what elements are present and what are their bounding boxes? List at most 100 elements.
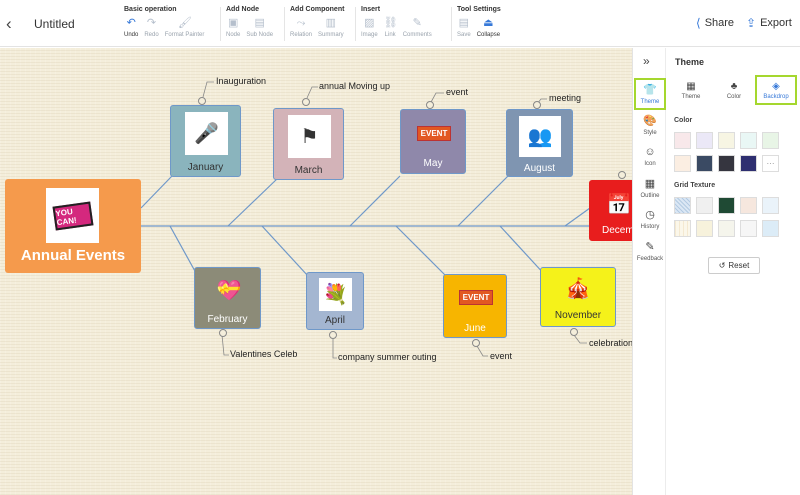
note-august[interactable]: meeting xyxy=(549,93,581,103)
node-march[interactable]: ⚑ March xyxy=(273,108,344,180)
node-label: March xyxy=(294,165,323,176)
undo-label: Undo xyxy=(124,32,139,38)
node-may[interactable]: EVENT May xyxy=(400,109,466,174)
color-swatch[interactable] xyxy=(740,132,757,149)
sidebar-item-icon[interactable]: ☺ Icon xyxy=(634,146,666,167)
collapse-knob[interactable] xyxy=(426,101,434,109)
note-march[interactable]: annual Moving up xyxy=(319,81,390,91)
color-swatch[interactable] xyxy=(740,155,757,172)
texture-swatch[interactable] xyxy=(740,197,757,214)
color-swatch[interactable] xyxy=(696,155,713,172)
event-banner-icon: EVENT xyxy=(456,280,496,314)
node-label: Node xyxy=(226,32,241,38)
branch-line xyxy=(457,175,509,227)
link-button[interactable]: ⛓ Link xyxy=(384,17,398,38)
note-january[interactable]: Inauguration xyxy=(216,76,266,86)
note-may[interactable]: event xyxy=(446,87,468,97)
tab-theme[interactable]: ▦ Theme xyxy=(670,75,712,105)
document-title[interactable]: Untitled xyxy=(34,17,75,31)
calendar-hearts-icon: 💝 xyxy=(209,272,249,308)
color-swatch[interactable] xyxy=(674,155,691,172)
texture-swatch[interactable] xyxy=(740,220,757,237)
share-label: Share xyxy=(704,17,735,29)
texture-swatch[interactable] xyxy=(696,197,713,214)
format-painter-button[interactable]: 🖌 Format Painter xyxy=(165,17,205,38)
event-badge: EVENT xyxy=(458,289,494,305)
sidebar-item-history[interactable]: ◷ History xyxy=(634,209,666,230)
node-label: November xyxy=(554,310,602,321)
sub-node-button[interactable]: ▤ Sub Node xyxy=(246,17,273,38)
note-june[interactable]: event xyxy=(490,351,512,361)
more-colors-icon[interactable]: ··· xyxy=(762,155,779,172)
texture-swatches xyxy=(674,197,779,237)
node-august[interactable]: 👥 August xyxy=(506,109,573,177)
sidebar-item-theme[interactable]: 👕 Theme xyxy=(634,78,666,110)
comments-button[interactable]: ✎ Comments xyxy=(403,17,432,38)
tab-backdrop[interactable]: ◈ Backdrop xyxy=(755,75,797,105)
central-topic-image: YOU CAN! xyxy=(46,188,99,243)
save-button[interactable]: ▤ Save xyxy=(457,17,471,38)
collapse-knob[interactable] xyxy=(329,331,337,339)
theme-panel: Theme ▦ Theme ♣ Color ◈ Backdrop Color ·… xyxy=(667,48,800,495)
sidebar-item-label: Outline xyxy=(640,193,660,199)
note-connector xyxy=(573,334,587,344)
collapse-knob[interactable] xyxy=(533,101,541,109)
collapse-knob[interactable] xyxy=(302,98,310,106)
node-february[interactable]: 💝 February xyxy=(194,267,261,329)
node-january[interactable]: 🎤 January xyxy=(170,105,241,177)
note-february[interactable]: Valentines Celeb xyxy=(230,349,297,359)
note-april[interactable]: company summer outing xyxy=(338,352,437,362)
color-swatch[interactable] xyxy=(718,132,735,149)
sidebar-item-style[interactable]: 🎨 Style xyxy=(634,115,666,136)
node-button[interactable]: ▣ Node xyxy=(226,17,240,38)
collapse-knob[interactable] xyxy=(219,329,227,337)
color-swatch[interactable] xyxy=(762,132,779,149)
texture-swatch[interactable] xyxy=(718,197,735,214)
format-painter-icon: 🖌 xyxy=(178,17,192,29)
redo-button[interactable]: ↷ Redo xyxy=(144,17,158,38)
collapse-button[interactable]: ⏏ Collapse xyxy=(477,17,500,38)
collapse-panel-icon[interactable]: » xyxy=(643,54,650,68)
reset-button[interactable]: ↺ Reset xyxy=(708,257,760,274)
branch-line xyxy=(261,225,309,277)
tab-color[interactable]: ♣ Color xyxy=(713,75,755,105)
collapse-knob[interactable] xyxy=(198,97,206,105)
texture-swatch[interactable] xyxy=(762,220,779,237)
texture-section-title: Grid Texture xyxy=(674,182,716,189)
branch-line xyxy=(395,225,447,277)
undo-icon: ↶ xyxy=(126,17,136,29)
share-button[interactable]: ⟨ Share xyxy=(696,16,734,30)
node-november[interactable]: 🎪 November xyxy=(540,267,616,327)
texture-swatch[interactable] xyxy=(718,220,735,237)
color-swatch[interactable] xyxy=(718,155,735,172)
note-connector xyxy=(332,337,337,359)
node-december[interactable]: 📅 Decem xyxy=(589,180,632,241)
collapse-knob[interactable] xyxy=(570,328,578,336)
image-button[interactable]: ▨ Image xyxy=(361,17,378,38)
celebration-arch-icon: 🎪 xyxy=(561,273,595,303)
summary-button[interactable]: ▥ Summary xyxy=(318,17,344,38)
image-icon: ▨ xyxy=(364,17,375,29)
texture-swatch[interactable] xyxy=(674,220,691,237)
note-november[interactable]: celebration xyxy=(589,338,632,348)
node-june[interactable]: EVENT June xyxy=(443,274,507,338)
node-april[interactable]: 💐 April xyxy=(306,272,364,330)
sidebar-item-label: Style xyxy=(643,130,657,136)
mindmap-canvas[interactable]: YOU CAN! Annual Events Inauguration 🎤 Ja… xyxy=(0,48,632,495)
relation-button[interactable]: ⤳ Relation xyxy=(290,17,312,38)
undo-button[interactable]: ↶ Undo xyxy=(124,17,138,38)
sidebar-item-feedback[interactable]: ✎ Feedback xyxy=(634,241,666,262)
sidebar-item-outline[interactable]: ▦ Outline xyxy=(634,178,666,199)
color-swatch[interactable] xyxy=(696,132,713,149)
relation-label: Relation xyxy=(290,32,313,38)
central-topic[interactable]: YOU CAN! Annual Events xyxy=(5,179,141,273)
texture-swatch[interactable] xyxy=(762,197,779,214)
color-swatch[interactable] xyxy=(674,132,691,149)
export-button[interactable]: ⇪ Export xyxy=(746,16,792,30)
toolgroup-title: Add Component xyxy=(290,6,345,13)
collapse-knob[interactable] xyxy=(618,171,626,179)
texture-swatch[interactable] xyxy=(674,197,691,214)
collapse-knob[interactable] xyxy=(472,339,480,347)
back-arrow-icon[interactable]: ‹ xyxy=(6,14,22,34)
texture-swatch[interactable] xyxy=(696,220,713,237)
